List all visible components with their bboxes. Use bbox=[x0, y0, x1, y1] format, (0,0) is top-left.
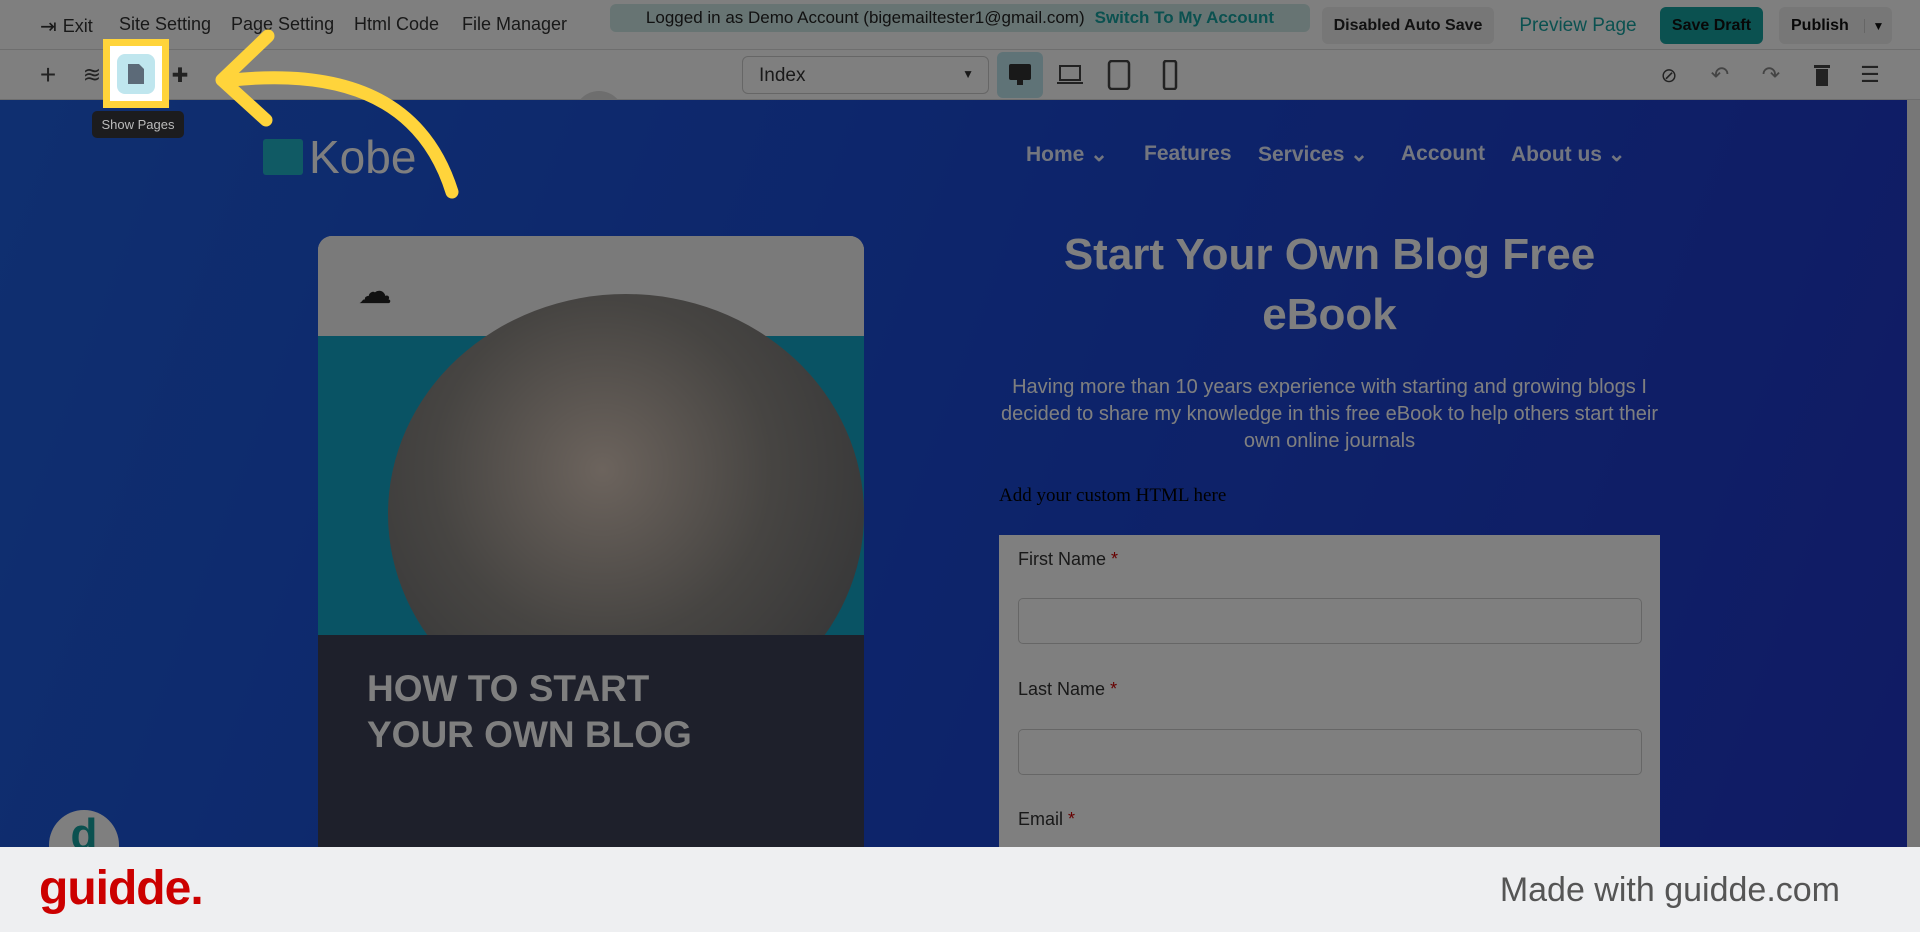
made-with-text: Made with guidde.com bbox=[1499, 871, 1840, 909]
pointer-arrow-icon bbox=[215, 29, 459, 199]
guidde-logo: guidde. bbox=[39, 862, 204, 915]
guidde-footer: guidde. Made with guidde.com bbox=[0, 847, 1920, 932]
